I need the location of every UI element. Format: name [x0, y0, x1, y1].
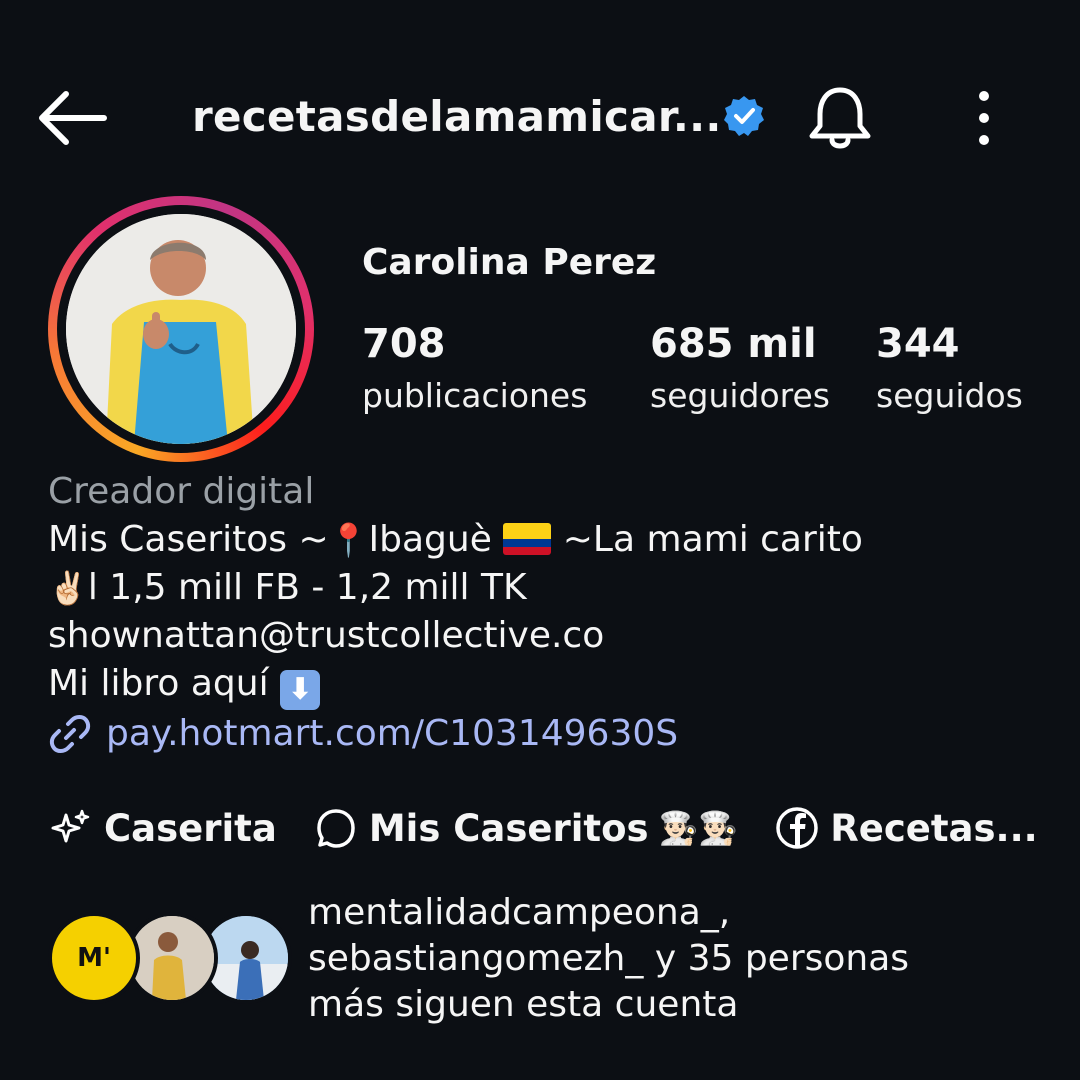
bio-line-2: ✌🏻l 1,5 mill FB - 1,2 mill TK — [48, 564, 1048, 612]
stat-followers-value: 685 mil — [650, 321, 817, 367]
colombia-flag-icon — [503, 523, 552, 555]
facebook-icon — [776, 807, 818, 849]
victory-hand-icon: ✌🏻 — [48, 569, 88, 607]
bio-city: Ibaguè — [368, 519, 492, 560]
profile-username: recetasdelamamicar... — [192, 92, 722, 141]
mutual-avatar-1: M' — [48, 912, 140, 1004]
stat-followers[interactable]: 685 mil seguidores — [650, 318, 830, 422]
verified-badge-icon — [724, 96, 764, 136]
chip-recetas[interactable]: Recetas... — [774, 805, 1038, 851]
mentalidad-logo-text: M' — [77, 943, 111, 973]
chip-caserita-label: Caserita — [104, 806, 277, 850]
avatar-gap — [57, 205, 305, 453]
mutual-avatar-2-illustration — [130, 916, 214, 1000]
bio-line-4-text: Mi libro aquí — [48, 663, 269, 704]
bio-email[interactable]: shownattan@trustcollective.co — [48, 612, 1048, 660]
profile-category: Creador digital — [48, 471, 315, 512]
stat-followers-label: seguidores — [650, 376, 831, 415]
stat-following[interactable]: 344 seguidos — [876, 318, 1023, 422]
profile-highlight-links: Caserita Mis Caseritos 👨🏻‍🍳👨🏻‍🍳 Recetas.… — [48, 800, 1074, 856]
bio-link[interactable]: pay.hotmart.com/C103149630S — [48, 710, 1048, 758]
top-bar: recetasdelamamicar... — [0, 70, 1080, 166]
stat-posts[interactable]: 708 publicaciones — [362, 318, 587, 422]
chip-mis-caseritos[interactable]: Mis Caseritos 👨🏻‍🍳👨🏻‍🍳 — [313, 805, 738, 851]
profile-bio: Creador digital Mis Caseritos ~📍Ibaguè ~… — [48, 468, 1048, 758]
mutual-followers-avatars[interactable]: M' — [48, 912, 292, 1004]
profile-avatar-story-ring[interactable] — [48, 196, 314, 462]
avatar-illustration — [66, 214, 296, 444]
bio-line-4: Mi libro aquí ⬇ — [48, 660, 1048, 710]
bio-line-1-text: Mis Caseritos ~ — [48, 519, 329, 560]
bio-line-1: Mis Caseritos ~📍Ibaguè ~La mami carito — [48, 516, 1048, 564]
location-pin-icon: 📍 — [328, 521, 369, 559]
chef-emoji-icon: 👨🏻‍🍳👨🏻‍🍳 — [658, 809, 739, 847]
bio-line-2-text: l 1,5 mill FB - 1,2 mill TK — [87, 567, 527, 608]
mutual-line-2-rest: y 35 personas — [643, 938, 910, 979]
mutual-followers-text[interactable]: mentalidadcampeona_, sebastiangomezh_ y … — [308, 890, 1028, 1028]
mutual-line-1: mentalidadcampeona_, — [308, 892, 731, 933]
bell-icon[interactable] — [804, 82, 876, 154]
mutual-user-2: sebastiangomezh_ — [308, 938, 644, 979]
stat-following-label: seguidos — [876, 376, 1023, 415]
stat-posts-value: 708 — [362, 321, 446, 367]
down-arrow-icon: ⬇ — [280, 670, 321, 710]
chip-caserita[interactable]: Caserita — [48, 805, 277, 851]
threads-chat-icon — [317, 809, 355, 848]
stat-following-value: 344 — [876, 321, 960, 367]
sparkles-icon — [51, 809, 90, 843]
stat-posts-label: publicaciones — [362, 376, 588, 415]
more-vertical-icon[interactable] — [964, 86, 1004, 150]
link-icon — [49, 715, 91, 753]
back-arrow-icon[interactable] — [36, 88, 108, 148]
chip-mis-caseritos-label: Mis Caseritos — [368, 806, 649, 850]
mutual-line-2: sebastiangomezh_ y 35 personas — [308, 936, 1028, 982]
mutual-line-3: más siguen esta cuenta — [308, 984, 739, 1025]
profile-avatar — [66, 214, 296, 444]
chip-recetas-label: Recetas... — [830, 806, 1038, 850]
display-name: Carolina Perez — [362, 242, 657, 283]
bio-line-1-tail: ~La mami carito — [551, 519, 863, 560]
bio-link-text: pay.hotmart.com/C103149630S — [106, 713, 679, 754]
